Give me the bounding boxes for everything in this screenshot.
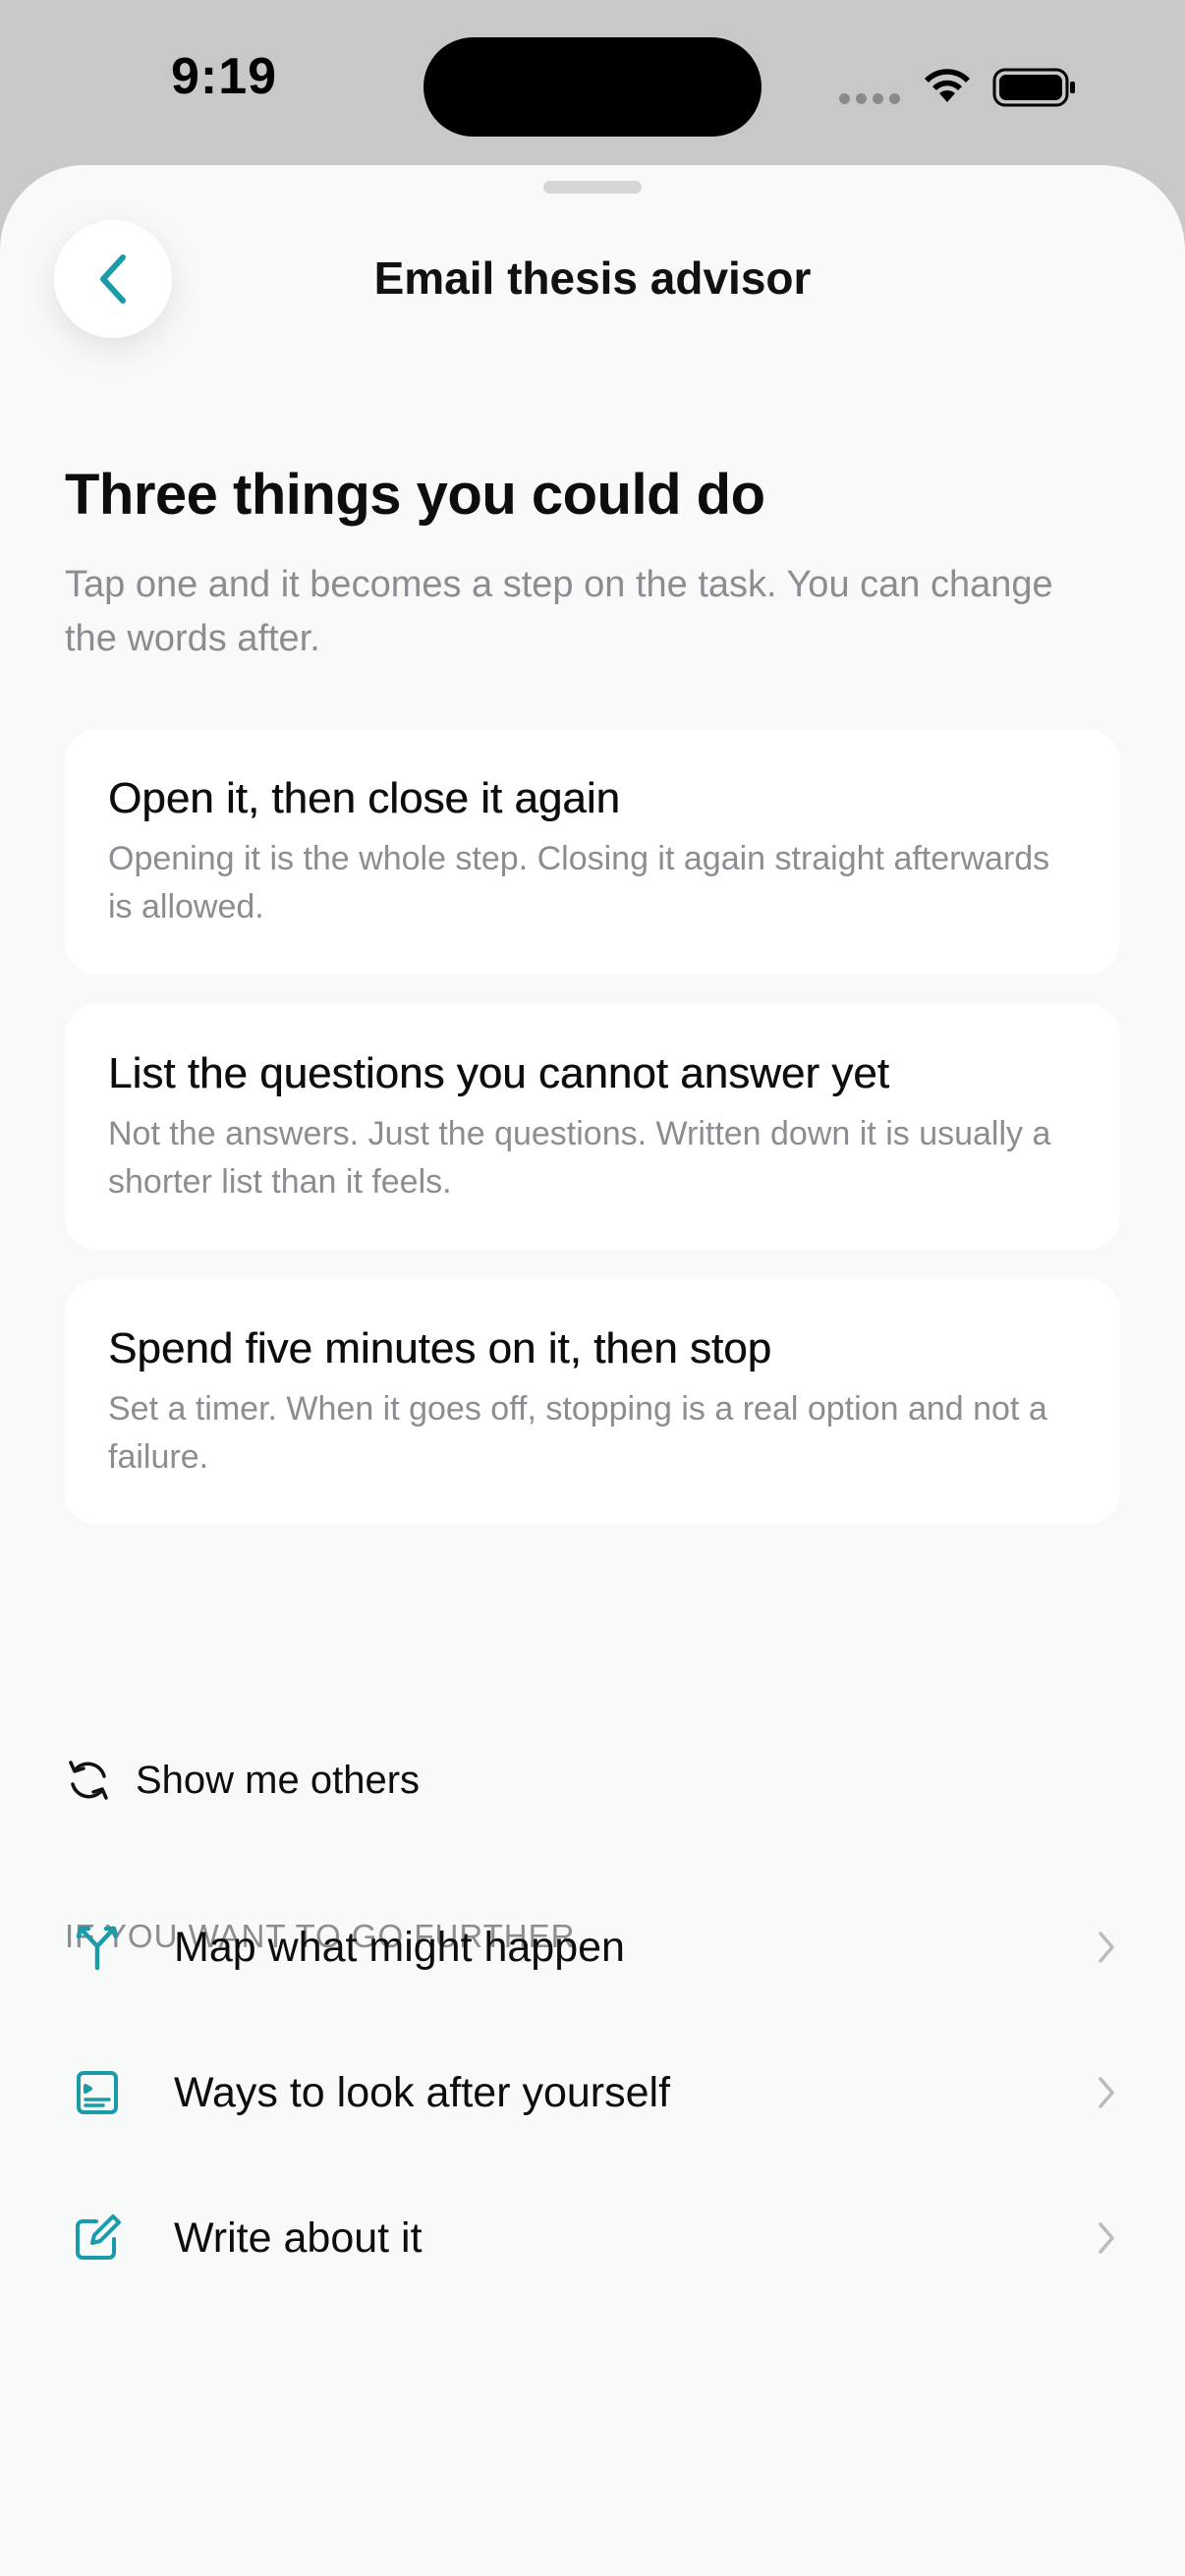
section-heading: Three things you could do — [65, 463, 765, 527]
section-subheading: Tap one and it becomes a step on the tas… — [65, 564, 1053, 659]
wifi-icon — [925, 69, 970, 102]
list-item-label: Map what might happen — [174, 1923, 625, 1971]
option-card[interactable]: List the questions you cannot answer yet… — [65, 1004, 1120, 1250]
refresh-icon — [69, 1761, 108, 1800]
option-card[interactable]: Open it, then close it again Opening it … — [65, 729, 1120, 975]
battery-icon — [992, 68, 1075, 107]
list-item-label: Write about it — [174, 2213, 423, 2262]
option-title: Open it, then close it again — [108, 774, 620, 822]
list-item-label: Ways to look after yourself — [174, 2068, 671, 2116]
chevron-right-icon — [1099, 2077, 1114, 2108]
list-item-write-about-it[interactable]: Write about it — [65, 2189, 1120, 2287]
option-description: Set a timer. When it goes off, stopping … — [108, 1390, 1047, 1476]
option-title: Spend five minutes on it, then stop — [108, 1324, 772, 1372]
back-button[interactable] — [54, 220, 172, 338]
chevron-right-icon — [1099, 2222, 1114, 2254]
status-bar: 9:19 — [0, 0, 1185, 167]
branch-icon — [76, 1926, 119, 1971]
card-icon — [77, 2071, 118, 2114]
option-description: Not the answers. Just the questions. Wri… — [108, 1115, 1051, 1201]
option-card[interactable]: Spend five minutes on it, then stop Set … — [65, 1279, 1120, 1525]
edit-icon — [76, 2214, 121, 2260]
page-title: Email thesis advisor — [373, 252, 812, 304]
chevron-right-icon — [1099, 1932, 1114, 1963]
option-title: List the questions you cannot answer yet — [108, 1049, 889, 1097]
show-others-label: Show me others — [136, 1758, 421, 1802]
cellular-signal-icon — [839, 93, 902, 105]
sheet: Email thesis advisor Three things you co… — [0, 165, 1185, 2576]
list-item-map-what-might-happen[interactable]: Map what might happen — [65, 1898, 1120, 1996]
sheet-grabber[interactable] — [543, 181, 642, 194]
dynamic-island — [423, 37, 762, 137]
list-item-ways-to-look-after-yourself[interactable]: Ways to look after yourself — [65, 2044, 1120, 2142]
status-time: 9:19 — [170, 48, 278, 105]
option-description: Opening it is the whole step. Closing it… — [108, 840, 1050, 925]
chevron-left-icon — [100, 254, 126, 304]
show-others-button[interactable]: Show me others — [65, 1751, 420, 1810]
